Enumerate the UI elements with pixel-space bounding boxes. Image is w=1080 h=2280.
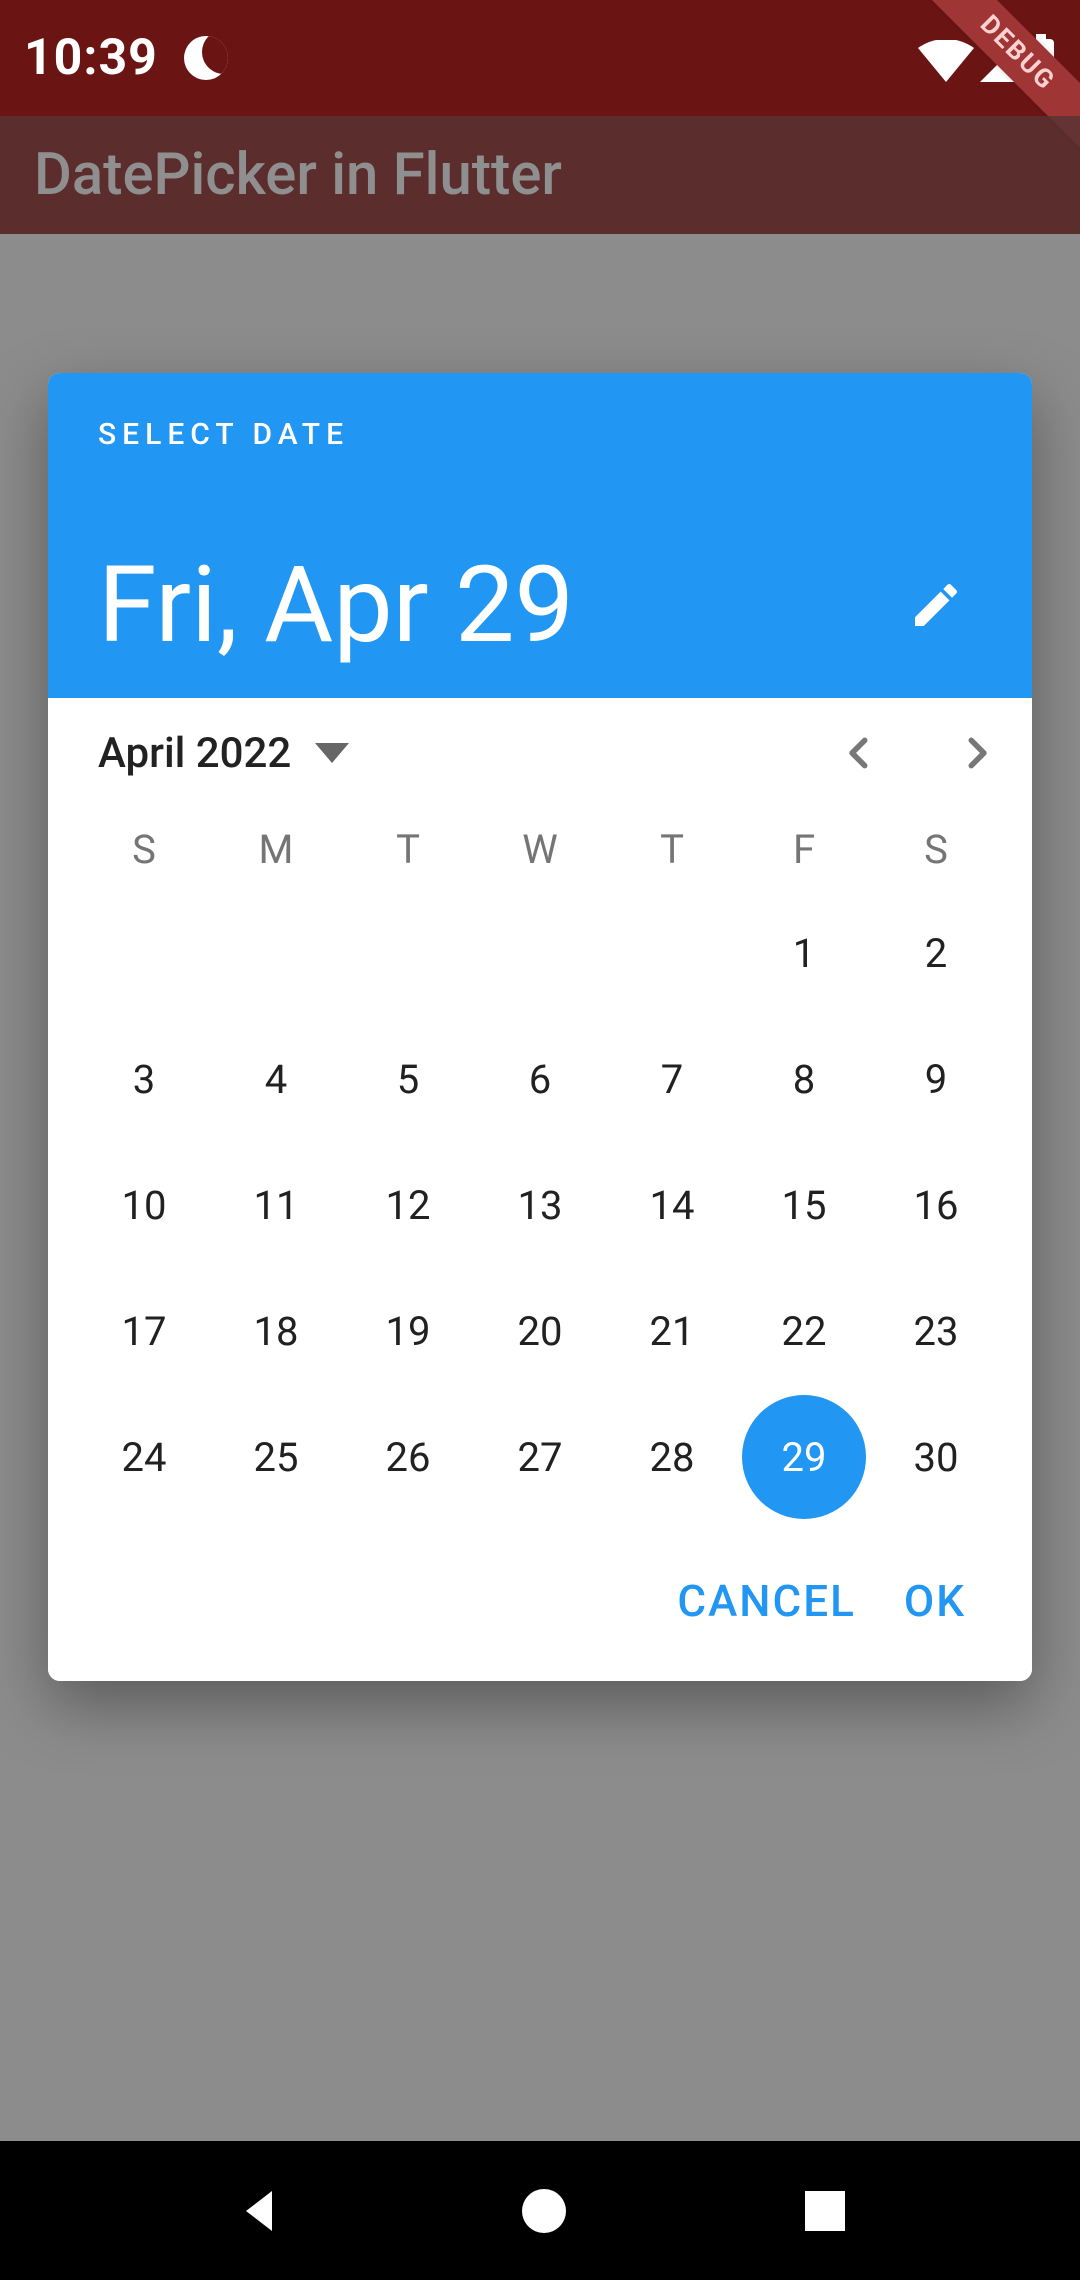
day-of-week-header: S xyxy=(78,826,210,873)
calendar-day[interactable]: 9 xyxy=(870,1017,1002,1141)
calendar-day[interactable]: 23 xyxy=(870,1269,1002,1393)
overview-button[interactable] xyxy=(801,2187,849,2235)
calendar-day-empty xyxy=(210,891,342,1015)
calendar-day[interactable]: 8 xyxy=(738,1017,870,1141)
calendar-day[interactable]: 29 xyxy=(738,1395,870,1519)
calendar-day[interactable]: 25 xyxy=(210,1395,342,1519)
date-picker-dialog: SELECT DATE Fri, Apr 29 April 2022 xyxy=(48,373,1032,1681)
calendar-day-empty xyxy=(78,891,210,1015)
day-of-week-row: SMTWTFS xyxy=(78,826,1002,873)
date-picker-header: SELECT DATE Fri, Apr 29 xyxy=(48,373,1032,698)
calendar-day[interactable]: 12 xyxy=(342,1143,474,1267)
calendar-day-empty xyxy=(606,891,738,1015)
pencil-icon xyxy=(908,577,964,633)
calendar-day[interactable]: 6 xyxy=(474,1017,606,1141)
android-nav-bar xyxy=(0,2141,1080,2280)
calendar-day[interactable]: 13 xyxy=(474,1143,606,1267)
calendar-day[interactable]: 5 xyxy=(342,1017,474,1141)
day-of-week-header: F xyxy=(738,826,870,873)
chevron-left-icon xyxy=(841,734,879,772)
calendar-day[interactable]: 4 xyxy=(210,1017,342,1141)
cancel-button[interactable]: CANCEL xyxy=(677,1575,855,1627)
selected-date-display: Fri, Apr 29 xyxy=(98,552,574,658)
calendar-day[interactable]: 3 xyxy=(78,1017,210,1141)
day-of-week-header: M xyxy=(210,826,342,873)
previous-month-button[interactable] xyxy=(820,713,900,793)
day-of-week-header: T xyxy=(606,826,738,873)
day-of-week-header: W xyxy=(474,826,606,873)
wifi-icon xyxy=(918,40,974,82)
status-time: 10:39 xyxy=(24,29,158,87)
calendar-day[interactable]: 11 xyxy=(210,1143,342,1267)
calendar-day[interactable]: 26 xyxy=(342,1395,474,1519)
calendar-day[interactable]: 2 xyxy=(870,891,1002,1015)
day-of-week-header: S xyxy=(870,826,1002,873)
calendar-day-empty xyxy=(342,891,474,1015)
calendar-day[interactable]: 22 xyxy=(738,1269,870,1393)
next-month-button[interactable] xyxy=(936,713,1016,793)
calendar-day[interactable]: 1 xyxy=(738,891,870,1015)
chevron-down-icon[interactable] xyxy=(315,743,349,763)
dnd-icon xyxy=(184,36,228,80)
day-of-week-header: T xyxy=(342,826,474,873)
calendar-day[interactable]: 18 xyxy=(210,1269,342,1393)
edit-date-button[interactable] xyxy=(896,565,976,645)
calendar-day[interactable]: 16 xyxy=(870,1143,1002,1267)
calendar-day[interactable]: 10 xyxy=(78,1143,210,1267)
calendar-day[interactable]: 19 xyxy=(342,1269,474,1393)
calendar-day[interactable]: 7 xyxy=(606,1017,738,1141)
calendar-day[interactable]: 15 xyxy=(738,1143,870,1267)
calendar-day[interactable]: 30 xyxy=(870,1395,1002,1519)
home-button[interactable] xyxy=(519,2186,569,2236)
calendar-day[interactable]: 14 xyxy=(606,1143,738,1267)
calendar-day[interactable]: 24 xyxy=(78,1395,210,1519)
calendar-day[interactable]: 21 xyxy=(606,1269,738,1393)
select-date-label: SELECT DATE xyxy=(98,417,982,452)
calendar-day[interactable]: 27 xyxy=(474,1395,606,1519)
chevron-right-icon xyxy=(957,734,995,772)
status-bar: 10:39 xyxy=(0,0,1080,116)
calendar-day[interactable]: 17 xyxy=(78,1269,210,1393)
calendar-day[interactable]: 28 xyxy=(606,1395,738,1519)
month-year-label[interactable]: April 2022 xyxy=(98,729,291,778)
ok-button[interactable]: OK xyxy=(904,1575,966,1627)
calendar-day[interactable]: 20 xyxy=(474,1269,606,1393)
calendar-grid: 1234567891011121314151617181920212223242… xyxy=(78,891,1002,1519)
calendar-day-empty xyxy=(474,891,606,1015)
back-button[interactable] xyxy=(232,2183,288,2239)
